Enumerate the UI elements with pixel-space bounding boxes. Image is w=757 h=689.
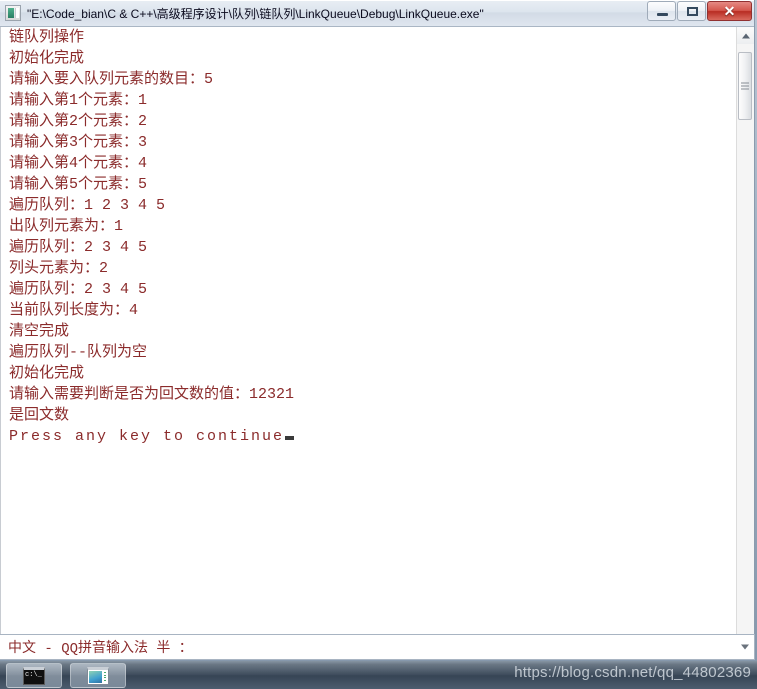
taskbar: https://blog.csdn.net/qq_44802369 [0, 661, 757, 689]
ime-status-text: 中文 - QQ拼音输入法 半 ： [8, 641, 193, 657]
vertical-scrollbar[interactable] [736, 27, 754, 655]
scrollbar-grip-icon [741, 82, 749, 90]
console-app-icon [5, 5, 21, 21]
watermark-text: https://blog.csdn.net/qq_44802369 [514, 664, 751, 681]
console-line: 清空完成 [9, 323, 70, 340]
console-prompt-text: Press any key to continue [9, 428, 285, 445]
maximize-button[interactable] [677, 1, 706, 21]
console-line: 遍历队列：1 2 3 4 5 [9, 197, 166, 214]
console-line: 出队列元素为：1 [9, 218, 124, 235]
window-titlebar[interactable]: "E:\Code_bian\C & C++\高级程序设计\队列\链队列\Link… [0, 0, 754, 27]
console-output[interactable]: 链队列操作 初始化完成 请输入要入队列元素的数目：5 请输入第1个元素：1 请输… [0, 27, 736, 655]
console-line: 请输入需要判断是否为回文数的值：12321 [9, 386, 295, 403]
taskbar-item-console[interactable] [6, 663, 62, 688]
scrollbar-thumb[interactable] [738, 52, 752, 120]
console-line: 请输入第3个元素：3 [9, 134, 148, 151]
console-line: 列头元素为：2 [9, 260, 109, 277]
console-body: 链队列操作 初始化完成 请输入要入队列元素的数目：5 请输入第1个元素：1 请输… [0, 27, 754, 655]
editor-icon [87, 666, 109, 685]
console-line: 请输入第5个元素：5 [9, 176, 148, 193]
window-controls: ✕ [646, 1, 752, 21]
chevron-down-icon[interactable] [741, 644, 749, 650]
desktop-background: "E:\Code_bian\C & C++\高级程序设计\队列\链队列\Link… [0, 0, 757, 689]
minimize-icon [657, 13, 668, 16]
console-line: 是回文数 [9, 407, 70, 424]
console-line: 请输入第1个元素：1 [9, 92, 148, 109]
console-window: "E:\Code_bian\C & C++\高级程序设计\队列\链队列\Link… [0, 0, 755, 655]
close-button[interactable]: ✕ [707, 1, 752, 21]
window-title: "E:\Code_bian\C & C++\高级程序设计\队列\链队列\Link… [27, 6, 484, 21]
console-line: 遍历队列--队列为空 [9, 344, 148, 361]
console-line: 链队列操作 [9, 29, 85, 46]
console-line: 请输入第2个元素：2 [9, 113, 148, 130]
close-icon: ✕ [723, 3, 736, 19]
console-prompt-line: Press any key to continue [1, 426, 736, 447]
console-line: 请输入要入队列元素的数目：5 [9, 71, 214, 88]
console-line: 初始化完成 [9, 365, 85, 382]
maximize-icon [687, 7, 698, 16]
minimize-button[interactable] [647, 1, 676, 21]
console-line: 初始化完成 [9, 50, 85, 67]
cmd-icon [23, 666, 45, 685]
scroll-up-icon[interactable] [737, 27, 754, 44]
ime-status-bar[interactable]: 中文 - QQ拼音输入法 半 ： [0, 634, 755, 660]
console-line: 当前队列长度为：4 [9, 302, 139, 319]
console-line: 遍历队列：2 3 4 5 [9, 281, 148, 298]
console-line: 遍历队列：2 3 4 5 [9, 239, 148, 256]
console-line: 请输入第4个元素：4 [9, 155, 148, 172]
taskbar-item-editor[interactable] [70, 663, 126, 688]
block-cursor-icon [285, 436, 295, 440]
scrollbar-track[interactable] [737, 44, 754, 638]
